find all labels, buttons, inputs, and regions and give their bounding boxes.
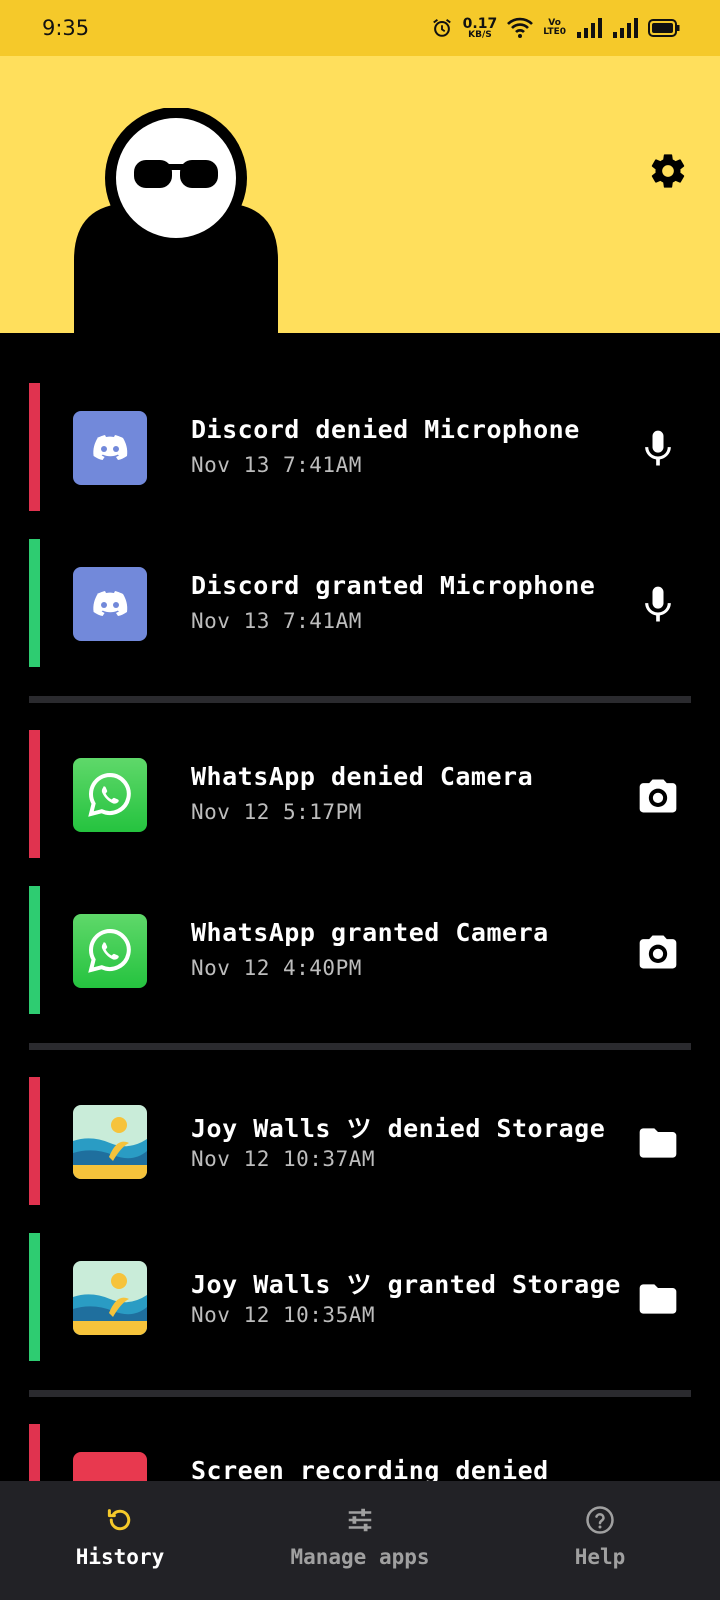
status-icons: 0.17 KB/S Vo LTE0 [431,17,680,40]
whatsapp-app-icon [73,914,147,988]
history-title: WhatsApp denied Camera [191,762,534,791]
status-bar-denied [29,1077,40,1205]
discord-app-icon [73,411,147,485]
status-time: 9:35 [42,16,90,40]
volte-bottom: LTE0 [543,27,566,37]
discord-app-icon [73,567,147,641]
folder-icon [639,1284,677,1314]
signal-icon-2 [613,18,638,38]
history-item[interactable]: Discord granted Microphone Nov 13 7:41AM [0,539,720,669]
volte-indicator: Vo LTE0 [543,19,566,37]
group-divider [29,1043,691,1050]
status-bar-denied [29,730,40,858]
header-banner [0,56,720,333]
group-divider [29,1390,691,1397]
folder-icon [639,1128,677,1158]
status-bar-granted [29,1233,40,1361]
wifi-icon [507,17,534,38]
sliders-icon [348,1508,372,1532]
history-item[interactable]: Joy Walls ツ denied Storage Nov 12 10:37A… [0,1077,720,1207]
history-item[interactable]: Discord denied Microphone Nov 13 7:41AM [0,383,720,513]
nav-help-label: Help [574,1545,626,1569]
history-item[interactable]: Screen recording denied [0,1424,720,1481]
camera-icon [639,935,677,969]
joy-walls-app-icon [73,1105,147,1179]
history-time: Nov 12 5:17PM [191,800,362,824]
whatsapp-app-icon [73,758,147,832]
alarm-icon [432,18,451,37]
group-divider [29,696,691,703]
nav-manage-apps[interactable]: Manage apps [240,1481,480,1600]
history-title: Joy Walls ツ denied Storage [191,1114,606,1143]
history-title: Joy Walls ツ granted Storage [191,1270,621,1299]
nav-history-label: History [75,1545,165,1569]
camera-icon [639,779,677,813]
settings-gear-icon[interactable] [648,151,688,191]
status-bar-granted [29,886,40,1014]
joy-walls-app-icon [73,1261,147,1335]
history-icon [107,1509,131,1531]
network-speed: 0.17 KB/S [463,17,498,40]
history-title: WhatsApp granted Camera [191,918,549,947]
history-time: Nov 13 7:41AM [191,453,362,477]
history-time: Nov 13 7:41AM [191,609,362,633]
sunglasses-mascot-icon [74,108,278,333]
network-speed-unit: KB/S [468,29,492,40]
status-bar-denied [29,1424,40,1481]
battery-icon [648,19,680,37]
history-time: Nov 12 4:40PM [191,956,362,980]
history-item[interactable]: Joy Walls ツ granted Storage Nov 12 10:35… [0,1233,720,1363]
network-speed-value: 0.17 [462,15,498,32]
history-title: Discord denied Microphone [191,415,580,444]
status-bar: 9:35 0.17 KB/S Vo LTE0 [0,0,720,56]
history-title: Screen recording denied [191,1456,549,1481]
bottom-navigation: History Manage apps Help [0,1481,720,1600]
history-title: Discord granted Microphone [191,571,596,600]
status-bar-denied [29,383,40,511]
screen-recording-app-icon [73,1452,147,1481]
help-icon [586,1506,614,1534]
status-bar-granted [29,539,40,667]
history-item[interactable]: WhatsApp denied Camera Nov 12 5:17PM [0,730,720,860]
history-time: Nov 12 10:37AM [191,1147,376,1171]
nav-manage-apps-label: Manage apps [290,1545,430,1569]
history-item[interactable]: WhatsApp granted Camera Nov 12 4:40PM [0,886,720,1016]
microphone-icon [645,430,671,466]
history-list[interactable]: Discord denied Microphone Nov 13 7:41AM … [0,333,720,1481]
signal-icon [577,18,602,38]
history-time: Nov 12 10:35AM [191,1303,376,1327]
nav-history[interactable]: History [0,1481,240,1600]
nav-help[interactable]: Help [480,1481,720,1600]
microphone-icon [645,586,671,622]
